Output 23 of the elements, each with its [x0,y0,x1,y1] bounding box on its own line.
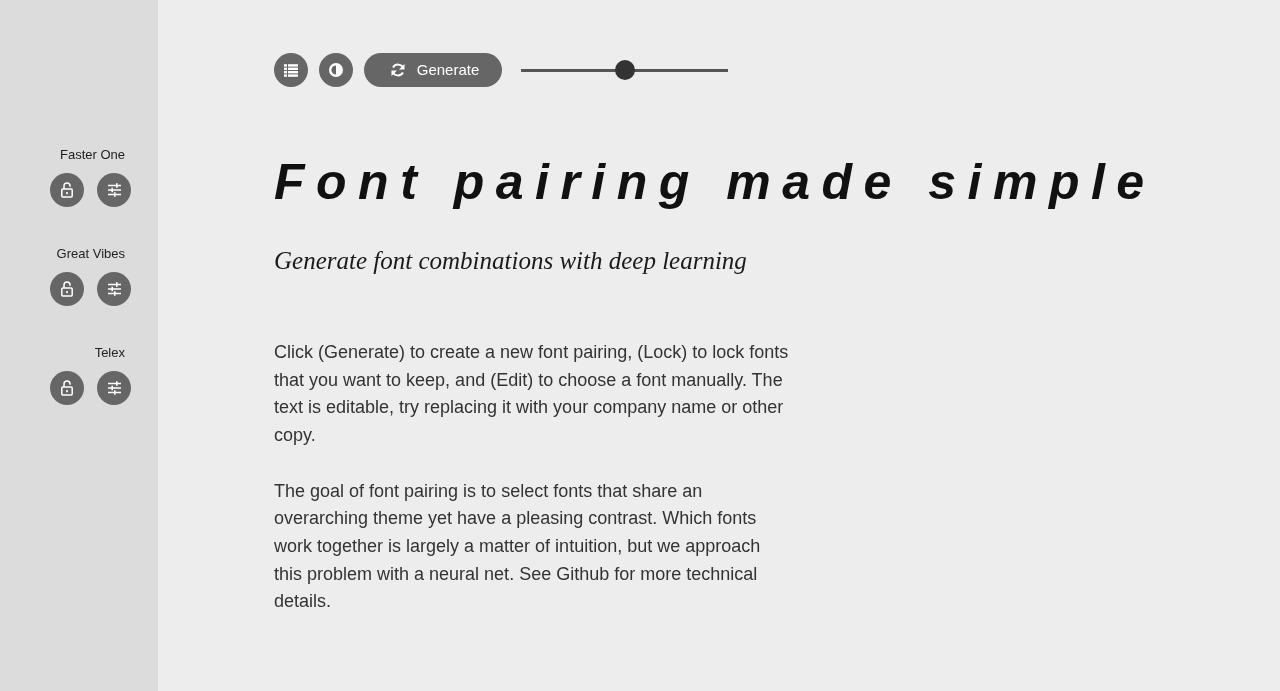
sliders-icon [107,282,121,296]
list-button[interactable] [274,53,308,87]
subheading: Generate font combinations with deep learning [274,246,748,276]
edit-button[interactable] [97,173,131,207]
lock-button[interactable] [50,371,84,405]
paragraph: Click (Generate) to create a new font pairing, (Lock) to lock fonts that you want to keep, and (Edit) to choose a font manually. The text is editable, try replacing it with your company name or other copy. [274,341,790,448]
edit-button[interactable] [97,371,131,405]
slider-thumb[interactable] [614,60,635,80]
list-icon [284,63,298,77]
refresh-icon [390,63,405,77]
generate-button[interactable]: Generate [364,53,502,87]
edit-button[interactable] [97,272,131,306]
paragraph: The goal of font pairing is to select fonts that share an overarching theme yet have a pleasing contrast. Which fonts work together is largely a matter of intuition, but we approach this problem with a neural net. See Github for more technical details. [274,479,762,614]
lock-button[interactable] [50,173,84,207]
heading: Font pairing made simple [274,157,1157,207]
contrast-icon [329,63,343,77]
sliders-icon [107,381,121,395]
font-name: Great Vibes [56,246,125,262]
lock-button[interactable] [50,272,84,306]
sliders-icon [107,183,121,197]
font-name: Faster One [59,147,125,163]
font-name: Telex [94,345,125,361]
contrast-button[interactable] [319,53,353,87]
